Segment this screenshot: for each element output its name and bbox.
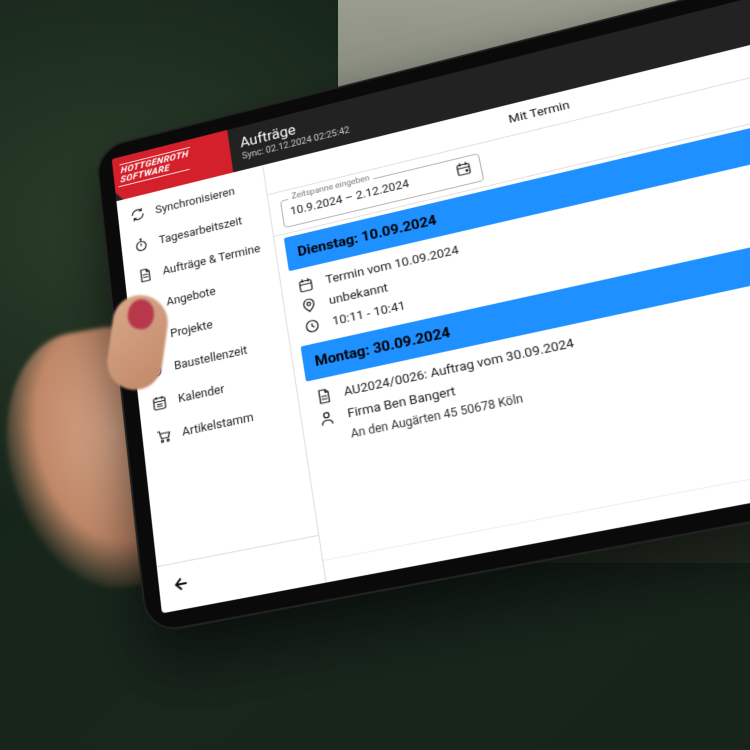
clock-icon — [300, 316, 324, 337]
document-icon — [311, 386, 335, 408]
stopwatch-icon — [131, 234, 151, 255]
calendar-list-icon — [149, 392, 170, 414]
cart-icon — [153, 425, 174, 448]
calendar-icon — [294, 274, 317, 295]
sync-icon — [128, 204, 148, 225]
calendar-icon[interactable] — [453, 159, 474, 182]
document-icon — [135, 265, 155, 286]
back-icon[interactable] — [168, 578, 192, 601]
sidebar-item-label: Artikelstamm — [181, 410, 254, 439]
sidebar-item-label: Angebote — [166, 284, 217, 308]
nail — [126, 298, 156, 331]
location-icon — [297, 295, 321, 316]
sidebar-item-label: Kalender — [177, 382, 225, 406]
person-icon — [315, 407, 339, 429]
sidebar-item-label: Projekte — [169, 318, 213, 341]
